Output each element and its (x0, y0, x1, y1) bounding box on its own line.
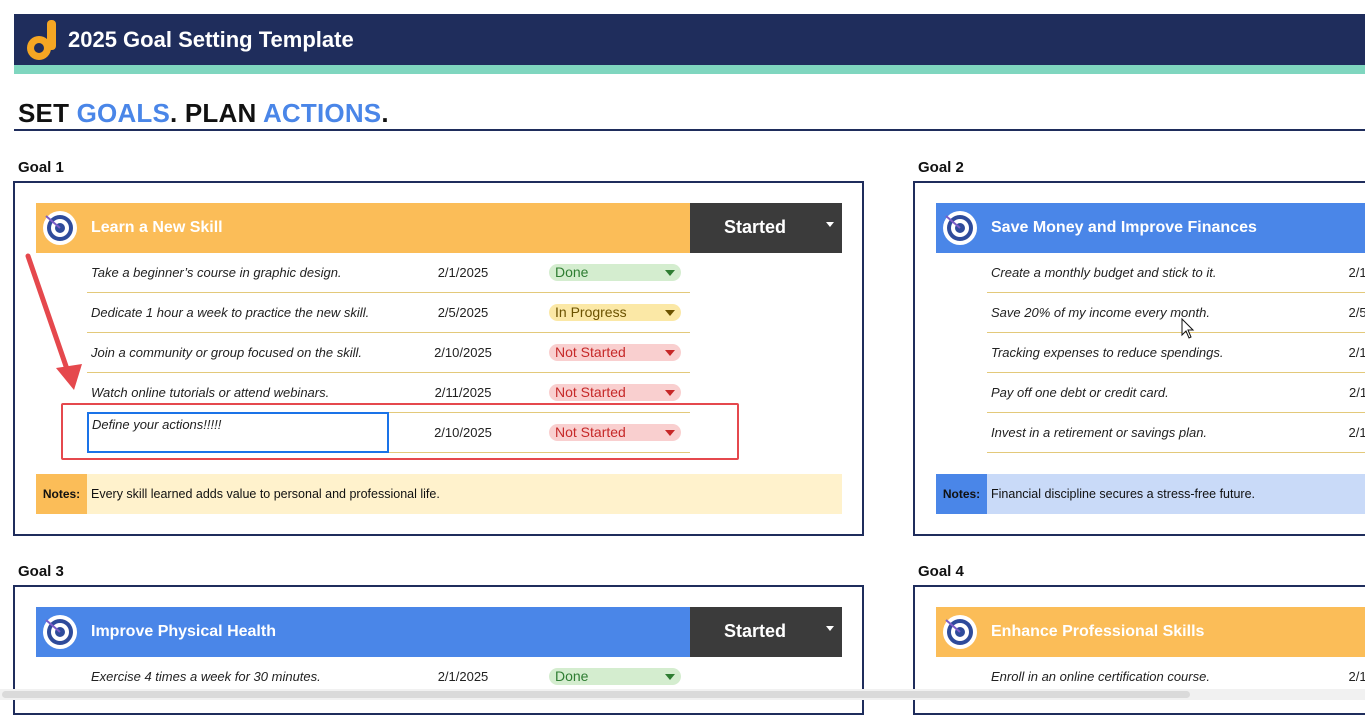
action-text[interactable]: Exercise 4 times a week for 30 minutes. (91, 669, 321, 684)
goal-1-action-row: Take a beginner’s course in graphic desi… (87, 253, 690, 293)
target-icon (43, 211, 77, 245)
goal-2-title: Save Money and Improve Finances (991, 219, 1257, 236)
action-text[interactable]: Invest in a retirement or savings plan. (991, 425, 1207, 440)
goal-4-title: Enhance Professional Skills (991, 623, 1205, 640)
action-text[interactable]: Take a beginner’s course in graphic desi… (91, 265, 342, 280)
goal-1-label: Goal 1 (18, 159, 64, 176)
action-date[interactable]: 2/10/ (1313, 425, 1365, 440)
goal-3-status-dropdown[interactable]: Started (690, 607, 842, 657)
goal-1-action-row: Dedicate 1 hour a week to practice the n… (87, 293, 690, 333)
action-date[interactable]: 2/5/2025 (413, 305, 513, 320)
scrollbar-thumb[interactable] (2, 691, 1190, 698)
goal-3-label: Goal 3 (18, 563, 64, 580)
chevron-down-icon (665, 674, 675, 680)
action-date[interactable]: 2/11/2025 (413, 385, 513, 400)
action-text[interactable]: Join a community or group focused on the… (91, 345, 362, 360)
action-status-chip[interactable]: Done (549, 668, 681, 685)
goal-1-status-dropdown[interactable]: Started (690, 203, 842, 253)
action-date[interactable]: 2/10/2025 (413, 345, 513, 360)
goal-2-action-row: Tracking expenses to reduce spendings. 2… (987, 333, 1365, 373)
chevron-down-icon (826, 222, 834, 227)
chevron-down-icon (665, 270, 675, 276)
goal-2-action-row: Save 20% of my income every month. 2/5/2 (987, 293, 1365, 333)
headline-divider (14, 129, 1365, 131)
horizontal-scrollbar[interactable] (0, 689, 1365, 700)
action-text[interactable]: Save 20% of my income every month. (991, 305, 1210, 320)
target-icon (943, 211, 977, 245)
goal-1-status-label: Started (724, 217, 787, 237)
page-headline: SET GOALS. PLAN ACTIONS. (18, 98, 389, 128)
app-title: 2025 Goal Setting Template (68, 27, 354, 52)
title-accent-stripe (14, 65, 1365, 74)
highlight-annotation (61, 403, 739, 460)
action-date[interactable]: 2/5/2 (1313, 305, 1365, 320)
goal-1-header: Learn a New Skill (36, 203, 690, 253)
action-status-chip[interactable]: Not Started (549, 344, 681, 361)
chevron-down-icon (665, 350, 675, 356)
red-arrow-icon (25, 253, 82, 390)
goal-2-action-row: Create a monthly budget and stick to it.… (987, 253, 1365, 293)
notes-label: Notes: (36, 474, 87, 514)
row-divider (987, 452, 1365, 453)
goal-3-title: Improve Physical Health (91, 623, 276, 640)
action-text[interactable]: Pay off one debt or credit card. (991, 385, 1169, 400)
action-text[interactable]: Watch online tutorials or attend webinar… (91, 385, 329, 400)
goal-2-label: Goal 2 (918, 159, 964, 176)
notes-text[interactable]: Every skill learned adds value to person… (91, 487, 440, 501)
target-icon (943, 615, 977, 649)
action-date[interactable]: 2/1/2 (1313, 265, 1365, 280)
action-status-chip[interactable]: Done (549, 264, 681, 281)
action-status-chip[interactable]: Not Started (549, 384, 681, 401)
goal-4-header: Enhance Professional Skills (936, 607, 1365, 657)
action-text[interactable]: Dedicate 1 hour a week to practice the n… (91, 305, 369, 320)
action-text[interactable]: Enroll in an online certification course… (991, 669, 1210, 684)
goal-1-action-row: Join a community or group focused on the… (87, 333, 690, 373)
action-date[interactable]: 2/10/ (1313, 345, 1365, 360)
app-logo-icon (27, 20, 56, 60)
target-icon (43, 615, 77, 649)
goal-1-notes: Notes: Every skill learned adds value to… (36, 474, 842, 514)
action-date[interactable]: 2/11/ (1313, 385, 1365, 400)
action-text[interactable]: Tracking expenses to reduce spendings. (991, 345, 1223, 360)
notes-text[interactable]: Financial discipline secures a stress-fr… (991, 487, 1255, 501)
goal-2-notes: Notes: Financial discipline secures a st… (936, 474, 1365, 514)
goal-2-header: Save Money and Improve Finances (936, 203, 1365, 253)
goal-2-action-row: Invest in a retirement or savings plan. … (987, 413, 1365, 453)
chevron-down-icon (665, 310, 675, 316)
mouse-cursor-icon (1181, 318, 1195, 339)
goal-4-label: Goal 4 (918, 563, 964, 580)
action-date[interactable]: 2/1/2025 (413, 265, 513, 280)
notes-label: Notes: (936, 474, 987, 514)
action-date[interactable]: 2/1/2 (1313, 669, 1365, 684)
chevron-down-icon (826, 626, 834, 631)
action-text[interactable]: Create a monthly budget and stick to it. (991, 265, 1216, 280)
goal-3-header: Improve Physical Health (36, 607, 690, 657)
goal-1-title: Learn a New Skill (91, 219, 223, 236)
action-date[interactable]: 2/1/2025 (413, 669, 513, 684)
goal-2-action-row: Pay off one debt or credit card. 2/11/ (987, 373, 1365, 413)
chevron-down-icon (665, 390, 675, 396)
action-status-chip[interactable]: In Progress (549, 304, 681, 321)
goal-3-status-label: Started (724, 621, 787, 641)
